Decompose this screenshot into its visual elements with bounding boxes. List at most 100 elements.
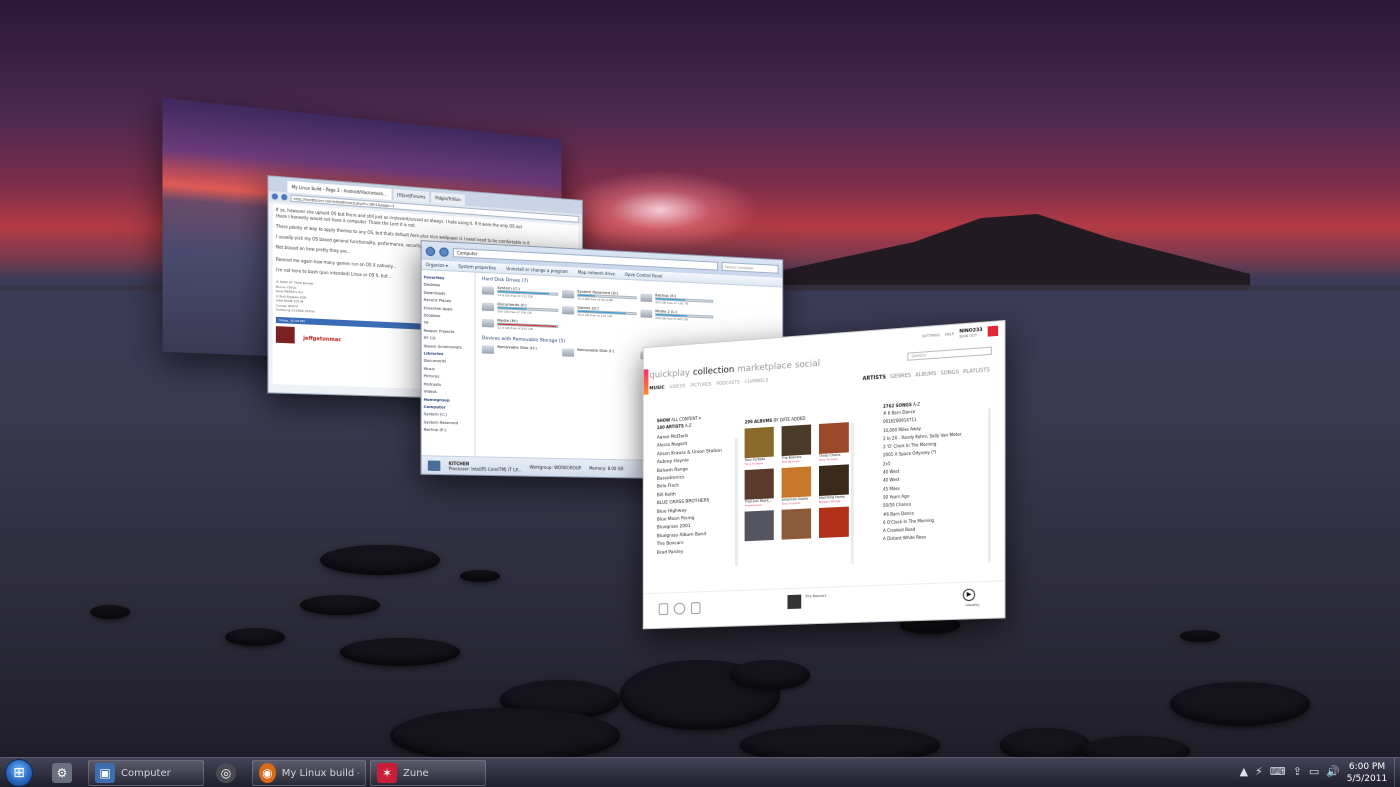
artist-list-item[interactable]: Brad Paisley — [657, 547, 722, 558]
drive-item[interactable]: Media 2 (L:) 208 GB free of 465 GB — [640, 307, 716, 326]
rock — [740, 725, 940, 757]
now-playing-art[interactable] — [787, 594, 802, 610]
map-network-drive-button[interactable]: Map network drive — [578, 270, 615, 277]
forward-icon[interactable] — [281, 193, 288, 201]
songs-sort[interactable]: A-Z — [913, 402, 920, 408]
removable-disk-item[interactable]: Removable Disk (H:) — [481, 343, 562, 362]
help-link[interactable]: HELP — [945, 332, 954, 337]
nav-collection[interactable]: collection — [693, 365, 734, 378]
zune-window[interactable]: SETTINGS HELP NINO233 SIGN OUT quickplay… — [642, 319, 1006, 630]
settings-link[interactable]: SETTINGS — [922, 333, 940, 338]
show-value: ALL CONTENT ▾ — [671, 415, 701, 423]
user-picture[interactable] — [987, 325, 999, 337]
zune-search-input[interactable]: SEARCH — [907, 346, 992, 361]
action-center-icon[interactable]: ⇪ — [1293, 765, 1302, 778]
keyboard-icon[interactable]: ⌨ — [1270, 765, 1286, 778]
album-tile[interactable]: Tony Furtado Tony Furtado — [744, 426, 778, 467]
power-icon[interactable]: ⚡ — [1255, 765, 1263, 778]
sign-out-link[interactable]: SIGN OUT — [959, 333, 977, 338]
removable-disk-name: Removable Disk (I:) — [577, 346, 615, 354]
workgroup-info: Workgroup: WORKGROUP — [529, 464, 582, 471]
organize-button[interactable]: Organize ▾ — [426, 262, 448, 268]
play-icon[interactable]: ▶ — [962, 588, 976, 602]
start-button[interactable]: ⊞ — [5, 759, 33, 787]
drive-item[interactable]: Media (M:) 12.4 GB free of 931 GB — [481, 317, 562, 336]
back-icon[interactable] — [425, 246, 436, 256]
taskbar-label: My Linux build - ... — [281, 767, 359, 779]
forum-username[interactable]: jeffgetonmac — [303, 335, 341, 343]
rock — [1180, 630, 1220, 642]
steam-icon: ◎ — [216, 763, 236, 783]
taskbar-button-network[interactable]: ⚙ — [46, 760, 78, 786]
albums-sort[interactable]: BY DATE ADDED — [774, 416, 806, 423]
albums-scrollbar[interactable] — [850, 422, 854, 564]
album-art — [781, 508, 812, 540]
show-hidden-icons-icon[interactable]: ▲ — [1240, 765, 1248, 778]
subnav-channels[interactable]: CHANNELS — [745, 378, 769, 385]
album-art — [781, 424, 812, 457]
album-tile[interactable]: The Boxcars The Boxcars — [781, 424, 815, 464]
album-tile[interactable] — [819, 506, 853, 538]
nav-marketplace[interactable]: marketplace — [737, 361, 792, 375]
songs-scrollbar[interactable] — [987, 408, 991, 563]
subnav-videos[interactable]: VIDEOS — [669, 384, 685, 390]
forward-icon[interactable] — [439, 246, 449, 257]
hard-drive-icon — [562, 289, 575, 299]
zune-pivot-nav: quickplay collection marketplace social — [649, 359, 820, 381]
avatar[interactable] — [275, 325, 295, 343]
album-tile[interactable]: Three Chains Tony Furtado — [819, 422, 853, 462]
back-icon[interactable] — [271, 193, 278, 200]
disc-icon[interactable] — [673, 602, 686, 615]
playlist-icon[interactable] — [690, 602, 701, 615]
tab-genres[interactable]: GENRES — [890, 373, 911, 381]
taskbar-button-computer[interactable]: ▣ Computer — [88, 760, 204, 786]
rock — [1170, 682, 1310, 726]
album-tile[interactable] — [744, 510, 778, 542]
explorer-search-input[interactable]: Search Computer — [721, 261, 779, 274]
album-art — [819, 464, 849, 496]
drive-item[interactable]: Games (G:) 39.6 GB free of 233 GB — [562, 304, 640, 323]
album-tile[interactable]: American Gypsy Tony Furtado — [781, 466, 815, 506]
nav-quickplay[interactable]: quickplay — [649, 368, 690, 381]
taskbar-button-firefox[interactable]: ◉ My Linux build - ... — [252, 760, 366, 786]
album-tile[interactable]: That Just Might... Steeldrivers — [744, 468, 778, 508]
subnav-music[interactable]: MUSIC — [649, 386, 664, 392]
album-tile[interactable] — [781, 508, 815, 540]
nav-pane-item[interactable]: Backup (E:) — [424, 426, 473, 435]
artists-sort[interactable]: A-Z — [685, 423, 692, 428]
artists-scrollbar[interactable] — [734, 437, 738, 567]
system-properties-button[interactable]: System properties — [458, 264, 496, 271]
hard-drive-icon — [481, 302, 495, 312]
album-artist: Tony Furtado — [819, 456, 839, 462]
show-desktop-button[interactable] — [1394, 758, 1400, 787]
tab-albums[interactable]: ALBUMS — [915, 371, 936, 379]
clock[interactable]: 6:00 PM 5/5/2011 — [1344, 761, 1390, 785]
processor-info: Processor: Intel(R) Core(TM) i7 CP... — [448, 465, 522, 472]
display-icon[interactable]: ▭ — [1309, 765, 1319, 778]
hard-drive-icon — [640, 309, 653, 318]
tab-songs[interactable]: SONGS — [941, 369, 959, 376]
taskbar-button-zune[interactable]: ✶ Zune — [370, 760, 486, 786]
taskbar: ⊞ ⚙ ▣ Computer ◎ ◉ My Linux build - ... … — [0, 757, 1400, 787]
subnav-podcasts[interactable]: PODCASTS — [716, 380, 739, 387]
album-artist: Tony Furtado — [781, 500, 801, 506]
network-icon: ⚙ — [52, 763, 72, 783]
album-art — [819, 506, 849, 538]
tab-playlists[interactable]: PLAYLISTS — [963, 367, 990, 375]
album-artist: Tony Furtado — [744, 461, 764, 467]
volume-icon[interactable]: 🔊 — [1326, 765, 1340, 778]
uninstall-program-button[interactable]: Uninstall or change a program — [506, 266, 568, 274]
show-label: SHOW — [656, 417, 671, 424]
taskbar-button-steam[interactable]: ◎ — [210, 760, 242, 786]
firefox-icon: ◉ — [259, 763, 276, 783]
nav-social[interactable]: social — [795, 359, 820, 371]
open-control-panel-button[interactable]: Open Control Panel — [625, 272, 663, 279]
subnav-pictures[interactable]: PICTURES — [690, 382, 711, 388]
device-icon[interactable] — [658, 603, 669, 616]
album-art — [744, 468, 774, 500]
smartdj-label: SMARTDJ — [965, 602, 980, 608]
clock-date: 5/5/2011 — [1346, 774, 1388, 784]
album-tile[interactable]: Marching Home Balsam Range — [819, 464, 853, 504]
tab-artists[interactable]: ARTISTS — [863, 374, 887, 382]
removable-disk-item[interactable]: Removable Disk (I:) — [562, 346, 640, 365]
